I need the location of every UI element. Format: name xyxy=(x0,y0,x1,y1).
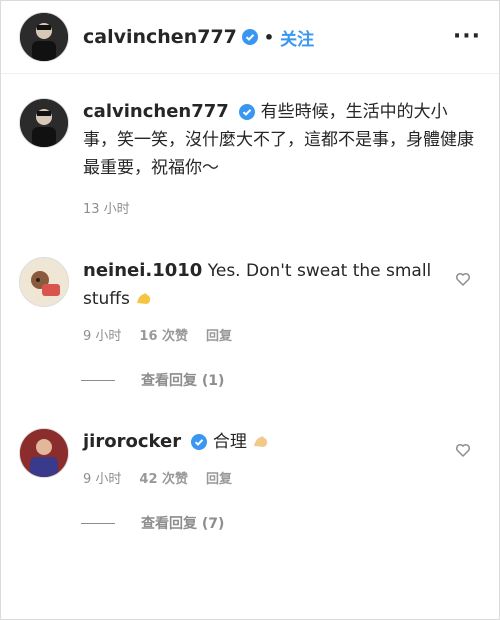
view-replies-button[interactable]: 查看回复 (7) xyxy=(81,513,499,533)
caption-text-block: calvinchen777 有些時候，生活中的大小事，笑一笑，沒什麼大不了，這都… xyxy=(83,98,481,182)
view-replies-label: 查看回复 (7) xyxy=(141,516,225,532)
comment-item: jirorocker 合理 9 小时 42 次赞 回复 xyxy=(1,428,499,487)
separator-dot: • xyxy=(263,27,275,47)
comment-username[interactable]: jirorocker xyxy=(83,431,181,452)
commenter-avatar[interactable] xyxy=(19,428,69,478)
comment-time: 9 小时 xyxy=(83,329,122,344)
comment-meta: 9 小时 16 次赞 回复 xyxy=(83,325,441,344)
flexed-biceps-emoji-icon xyxy=(252,431,270,449)
comment-text: 合理 xyxy=(212,432,247,452)
reply-button[interactable]: 回复 xyxy=(206,325,232,344)
caption-time: 13 小时 xyxy=(83,202,130,217)
view-replies-label: 查看回复 (1) xyxy=(141,373,225,389)
heart-outline-icon[interactable] xyxy=(455,442,471,458)
verified-badge-icon xyxy=(239,104,256,120)
divider-line xyxy=(81,379,115,381)
caption-avatar[interactable] xyxy=(19,98,69,148)
header-username[interactable]: calvinchen777 xyxy=(83,26,237,48)
divider-line xyxy=(81,522,115,524)
heart-outline-icon[interactable] xyxy=(455,271,471,287)
view-replies-button[interactable]: 查看回复 (1) xyxy=(81,370,499,390)
comment-likes[interactable]: 16 次赞 xyxy=(139,325,188,344)
follow-button[interactable]: 关注 xyxy=(280,25,314,50)
caption-body: calvinchen777 有些時候，生活中的大小事，笑一笑，沒什麼大不了，這都… xyxy=(83,98,481,217)
reply-button[interactable]: 回复 xyxy=(206,468,232,487)
flexed-biceps-emoji-icon xyxy=(135,288,153,306)
comment-username[interactable]: neinei.1010 xyxy=(83,260,202,281)
comment-text-block: jirorocker 合理 xyxy=(83,428,441,456)
comment-body: neinei.1010 Yes. Don't sweat the small s… xyxy=(83,257,481,344)
comment-text-block: neinei.1010 Yes. Don't sweat the small s… xyxy=(83,257,441,313)
comment-body: jirorocker 合理 9 小时 42 次赞 回复 xyxy=(83,428,481,487)
comment-meta: 9 小时 42 次赞 回复 xyxy=(83,468,441,487)
more-options-icon[interactable]: ··· xyxy=(453,26,481,48)
commenter-avatar[interactable] xyxy=(19,257,69,307)
verified-badge-icon xyxy=(191,434,208,450)
instagram-post-comments: calvinchen777 • 关注 ··· calvinchen777 有些時… xyxy=(0,0,500,620)
post-header: calvinchen777 • 关注 ··· xyxy=(1,1,499,74)
verified-badge-icon xyxy=(241,29,258,45)
comment-item: neinei.1010 Yes. Don't sweat the small s… xyxy=(1,257,499,344)
post-caption: calvinchen777 有些時候，生活中的大小事，笑一笑，沒什麼大不了，這都… xyxy=(1,74,499,217)
caption-username[interactable]: calvinchen777 xyxy=(83,101,229,122)
comment-time: 9 小时 xyxy=(83,472,122,487)
profile-avatar[interactable] xyxy=(19,12,69,62)
comment-likes[interactable]: 42 次赞 xyxy=(139,468,188,487)
